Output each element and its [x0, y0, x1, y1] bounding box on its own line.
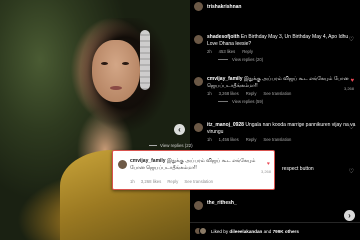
heart-icon[interactable]: ♥ [350, 78, 354, 84]
others-count[interactable]: 799K others [273, 229, 299, 234]
photo-eye [101, 62, 108, 65]
view-replies-label: View replies (59) [232, 99, 264, 104]
likes-summary: Liked by dileeelakandan and 799K others [190, 222, 360, 239]
reply-button[interactable]: Reply [246, 91, 257, 96]
comment-likes[interactable]: 3,268 likes [219, 91, 239, 96]
author-avatar[interactable] [194, 2, 203, 11]
comment-meta: 1h 3,268 likes Reply See translation [130, 179, 213, 184]
photo-lips [110, 86, 122, 90]
comment: the_rithesh_ [194, 200, 356, 210]
highlighted-comment-card: View replies (22) cmvijay_family இதுக்கு… [112, 143, 275, 190]
view-replies-button[interactable]: View replies (59) [218, 99, 356, 104]
comment-likes[interactable]: 1,456 likes [219, 137, 239, 142]
commenter-username[interactable]: cmvijay_family [207, 76, 243, 82]
commenter-avatar[interactable] [118, 160, 127, 169]
liked-by-conj: and [263, 228, 272, 234]
post-photo [0, 0, 190, 240]
comment-time: 1h [207, 91, 212, 96]
divider [218, 59, 228, 60]
divider [218, 101, 228, 102]
reply-button[interactable]: Reply [242, 49, 253, 54]
reply-button[interactable]: Reply [246, 137, 257, 142]
view-replies-button[interactable]: View replies (20) [218, 57, 356, 62]
commenter-username[interactable]: shadesofjoith [207, 34, 240, 40]
commenter-username[interactable]: cmvijay_family [130, 158, 166, 164]
see-translation-button[interactable]: See translation [263, 137, 291, 142]
comment-likes[interactable]: 453 likes [219, 49, 236, 54]
comment: shadesofjoith En Birthday May 3, Un Birt… [194, 34, 356, 62]
chevron-left-icon[interactable]: ‹ [174, 124, 185, 135]
see-translation-button[interactable]: See translation [184, 179, 213, 184]
commenter-username[interactable]: itz_manoj_0928 [207, 122, 244, 128]
heart-icon[interactable]: ♡ [349, 124, 354, 131]
heart-icon[interactable]: ♡ [349, 36, 354, 43]
view-replies-button[interactable]: View replies (22) [149, 143, 193, 148]
view-replies-label: View replies (20) [232, 57, 264, 62]
view-replies-label: View replies (22) [160, 143, 193, 148]
comment-time: 1h [207, 137, 212, 142]
heart-icon[interactable]: ♡ [349, 168, 354, 175]
photo-face [92, 40, 140, 102]
liker-username[interactable]: dileeelakandan [229, 229, 262, 234]
post-header: trishakrishnan [194, 2, 241, 11]
chevron-right-icon[interactable]: › [344, 210, 355, 221]
comment-like-count: 3,268 [343, 86, 354, 91]
comment-time: 1h [130, 179, 135, 184]
commenter-avatar[interactable] [194, 201, 203, 210]
liked-by-prefix: Liked by [211, 228, 229, 234]
divider [149, 145, 157, 146]
photo-flowers [140, 30, 150, 90]
comments-panel: trishakrishnan shadesofjoith En Birthday… [190, 0, 360, 240]
author-username[interactable]: trishakrishnan [207, 4, 241, 10]
commenter-avatar[interactable] [194, 35, 203, 44]
comment-time: 2h [207, 49, 212, 54]
comment: itz_manoj_0928 Ungala nan kooda marrige … [194, 122, 356, 142]
heart-icon[interactable]: ♥ [267, 161, 270, 167]
comment-text: respect button [282, 166, 314, 172]
comment-meta: 2h 453 likes Reply [207, 49, 356, 54]
see-translation-button[interactable]: See translation [263, 91, 291, 96]
reply-button[interactable]: Reply [167, 179, 178, 184]
comment-likes[interactable]: 3,268 likes [141, 179, 162, 184]
commenter-avatar[interactable] [194, 123, 203, 132]
comment-like-count: 3,268 [260, 169, 271, 174]
avatar[interactable] [199, 227, 207, 235]
commenter-avatar[interactable] [194, 77, 203, 86]
liker-avatars [194, 227, 207, 235]
commenter-username[interactable]: the_rithesh_ [207, 200, 237, 206]
comment-meta: 1h 1,456 likes Reply See translation [207, 137, 356, 142]
photo-eye [122, 62, 129, 65]
comment: cmvijay_family இதுக்கு அப்பரம் விஜய் கூட… [194, 76, 356, 104]
comment-meta: 1h 3,268 likes Reply See translation [207, 91, 356, 96]
